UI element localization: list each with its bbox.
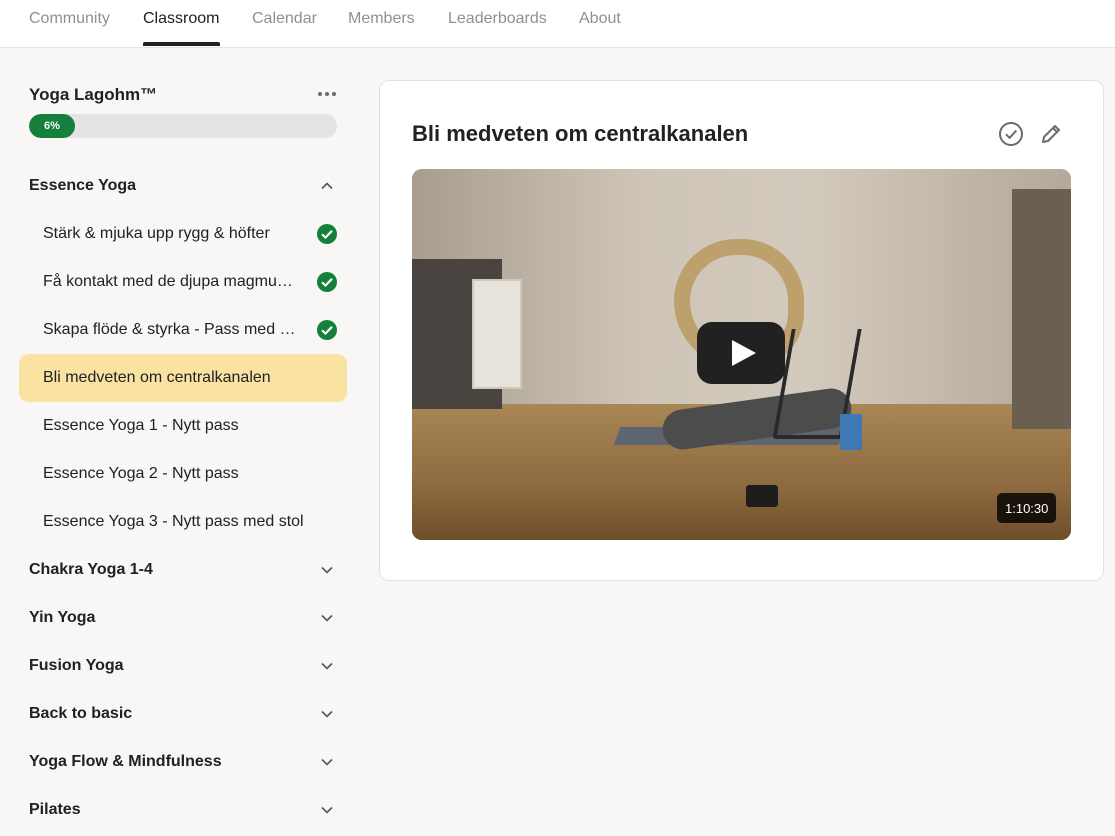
section-title: Chakra Yoga 1-4 [29, 561, 153, 578]
lesson-item[interactable]: Essence Yoga 3 - Nytt pass med stol [19, 498, 347, 546]
lesson-label: Få kontakt med de djupa magmusklerna [43, 273, 297, 290]
progress-fill: 6% [29, 114, 75, 138]
tab-members[interactable]: Members [348, 10, 415, 28]
course-progress-bar: 6% [29, 114, 337, 138]
tab-classroom[interactable]: Classroom [143, 10, 219, 28]
chevron-up-icon [321, 182, 333, 190]
dot [325, 92, 329, 96]
dot [332, 92, 336, 96]
lesson-item[interactable]: Essence Yoga 2 - Nytt pass [19, 450, 347, 498]
section-fusion-yoga[interactable]: Fusion Yoga [29, 650, 347, 682]
thumbnail-block [840, 414, 862, 450]
course-title: Yoga Lagohm™ [29, 85, 158, 104]
pencil-icon[interactable] [1038, 121, 1064, 147]
check-circle-icon [317, 320, 337, 340]
more-options-icon[interactable] [316, 86, 338, 102]
play-icon [732, 340, 756, 366]
lesson-item[interactable]: Skapa flöde & styrka - Pass med stol [19, 306, 347, 354]
tab-calendar[interactable]: Calendar [252, 10, 317, 28]
lesson-label: Essence Yoga 2 - Nytt pass [43, 465, 239, 482]
section-back-to-basic[interactable]: Back to basic [29, 698, 347, 730]
section-title: Pilates [29, 801, 81, 818]
section-title: Yin Yoga [29, 609, 96, 626]
section-title: Yoga Flow & Mindfulness [29, 753, 222, 770]
check-circle-icon [317, 272, 337, 292]
play-button[interactable] [697, 322, 785, 384]
chevron-down-icon [321, 662, 333, 670]
lesson-item[interactable]: Få kontakt med de djupa magmusklerna [19, 258, 347, 306]
lesson-content-card: Bli medveten om centralkanalen 1:10:30 [379, 80, 1104, 581]
section-chakra-yoga[interactable]: Chakra Yoga 1-4 [29, 554, 347, 586]
video-player[interactable]: 1:10:30 [412, 169, 1071, 540]
section-yin-yoga[interactable]: Yin Yoga [29, 602, 347, 634]
lesson-label: Essence Yoga 3 - Nytt pass med stol [43, 513, 304, 530]
section-title: Essence Yoga [29, 177, 137, 194]
tab-about[interactable]: About [579, 10, 621, 28]
section-title: Back to basic [29, 705, 133, 722]
chevron-down-icon [321, 614, 333, 622]
tab-community[interactable]: Community [29, 10, 110, 28]
thumbnail-shelf [1012, 189, 1071, 429]
section-pilates[interactable]: Pilates [29, 794, 347, 826]
lesson-item[interactable]: Stärk & mjuka upp rygg & höfter [19, 210, 347, 258]
chevron-down-icon [321, 758, 333, 766]
check-circle-outline-icon[interactable] [998, 121, 1024, 147]
check-circle-icon [317, 224, 337, 244]
chevron-down-icon [321, 710, 333, 718]
lesson-label: Stärk & mjuka upp rygg & höfter [43, 225, 270, 242]
top-navigation: Community Classroom Calendar Members Lea… [0, 0, 1115, 48]
section-title: Fusion Yoga [29, 657, 124, 674]
lesson-title: Bli medveten om centralkanalen [412, 121, 749, 146]
active-tab-indicator [143, 42, 220, 46]
video-duration-badge: 1:10:30 [997, 493, 1057, 523]
chevron-down-icon [321, 566, 333, 574]
lesson-item[interactable]: Essence Yoga 1 - Nytt pass [19, 402, 347, 450]
lesson-label: Bli medveten om centralkanalen [43, 369, 271, 386]
chevron-down-icon [321, 806, 333, 814]
lesson-label: Skapa flöde & styrka - Pass med stol [43, 321, 297, 338]
dot [318, 92, 322, 96]
lesson-item-active[interactable]: Bli medveten om centralkanalen [19, 354, 347, 402]
section-essence-yoga[interactable]: Essence Yoga [29, 170, 347, 202]
thumbnail-block [746, 485, 778, 507]
tab-leaderboards[interactable]: Leaderboards [448, 10, 547, 28]
section-yoga-flow-mindfulness[interactable]: Yoga Flow & Mindfulness [29, 746, 347, 778]
thumbnail-cabinet [472, 279, 522, 389]
lesson-label: Essence Yoga 1 - Nytt pass [43, 417, 239, 434]
